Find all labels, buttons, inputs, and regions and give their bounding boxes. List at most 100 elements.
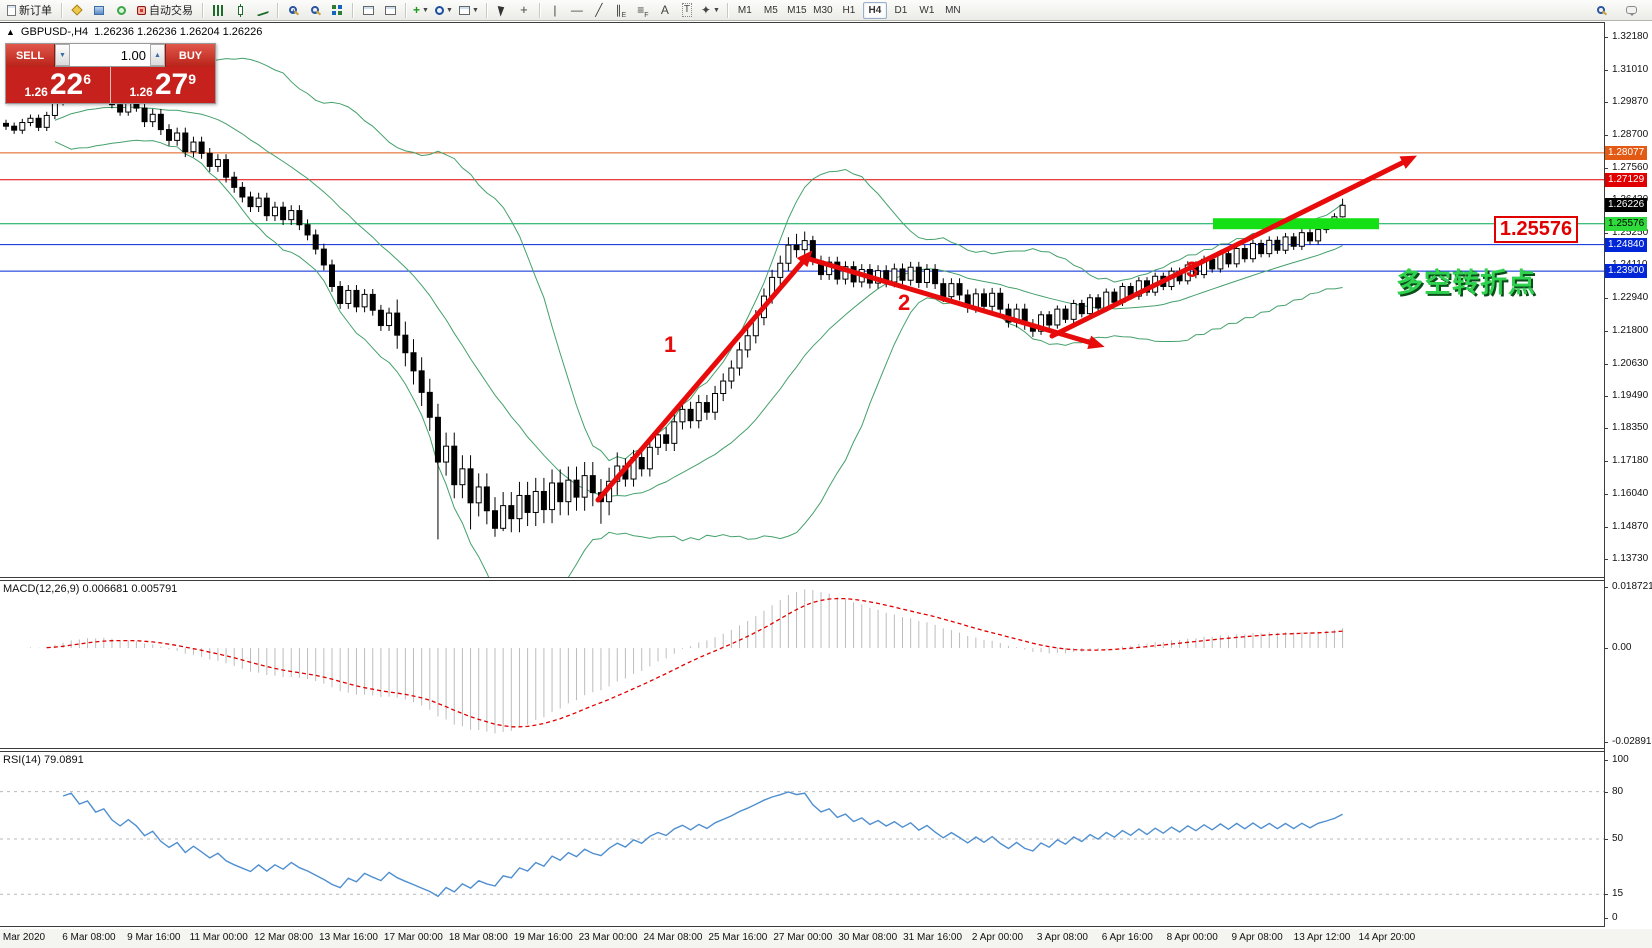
- candle-body: [36, 118, 41, 127]
- candle-body: [435, 417, 440, 462]
- vertical-line-icon: |: [553, 4, 556, 16]
- candle-body: [501, 506, 506, 529]
- auto-scroll-button[interactable]: [358, 1, 378, 19]
- macd-pane-separator[interactable]: [0, 577, 1604, 581]
- toolbar-separator: [352, 3, 353, 18]
- candle-body: [908, 267, 913, 280]
- dropdown-caret-icon: ▼: [422, 7, 429, 14]
- candle-body: [1087, 298, 1092, 314]
- timeframe-h1-button[interactable]: H1: [837, 2, 861, 19]
- timeframe-m15-button[interactable]: M15: [785, 2, 809, 19]
- one-click-toggle[interactable]: ▲: [6, 27, 15, 37]
- current-price-label: 1.26226: [1605, 198, 1647, 212]
- price-callout-box[interactable]: 1.25576: [1494, 216, 1578, 243]
- search-icon: [1597, 6, 1605, 14]
- price-tick-1.31010: 1.31010: [1612, 64, 1648, 75]
- candle-body: [167, 130, 172, 141]
- channel-button[interactable]: ∥E: [611, 1, 631, 19]
- trend-arrow-segment-3[interactable]: [1052, 160, 1408, 336]
- time-axis[interactable]: Mar 20206 Mar 08:009 Mar 16:0011 Mar 00:…: [0, 929, 1652, 948]
- search-button[interactable]: [1591, 1, 1611, 19]
- market-watch-icon: [71, 4, 82, 15]
- arrows-button[interactable]: ✦▼: [699, 1, 722, 19]
- fibonacci-button[interactable]: ≡F: [633, 1, 653, 19]
- new-order-button[interactable]: 新订单: [3, 1, 56, 19]
- auto-trading-label: 自动交易: [149, 2, 193, 18]
- periods-button[interactable]: ▼: [433, 1, 455, 19]
- main-toolbar: 新订单 自动交易 + - +▼ ▼ ▼ + | — ╱ ∥E ≡F A T ✦▼…: [0, 0, 1652, 21]
- macd-chart[interactable]: [0, 581, 1604, 748]
- line-chart-button[interactable]: [252, 1, 272, 19]
- macd-values: 0.006681 0.005791: [82, 583, 177, 595]
- candle-body: [362, 294, 367, 306]
- sell-price[interactable]: 1.26 22 6: [6, 67, 111, 103]
- templates-button[interactable]: ▼: [457, 1, 481, 19]
- timeframe-w1-button[interactable]: W1: [915, 2, 939, 19]
- annotation-note[interactable]: 多空转折点: [1396, 261, 1536, 300]
- candle-body: [460, 469, 465, 485]
- indicators-button[interactable]: +▼: [411, 1, 431, 19]
- chat-icon: [1626, 6, 1637, 14]
- symbol-ohlc-values: 1.26236 1.26236 1.26204 1.26226: [94, 26, 262, 38]
- buy-button[interactable]: BUY: [165, 44, 215, 67]
- rsi-chart[interactable]: [0, 752, 1604, 926]
- candle-body: [1234, 249, 1239, 264]
- bar-chart-button[interactable]: [208, 1, 228, 19]
- price-chart[interactable]: 123: [0, 22, 1604, 577]
- signals-button[interactable]: [111, 1, 131, 19]
- text-button[interactable]: A: [655, 1, 675, 19]
- zoom-in-button[interactable]: +: [283, 1, 303, 19]
- buy-price[interactable]: 1.26 27 9: [111, 67, 216, 103]
- candle-body: [639, 458, 644, 469]
- timeframe-m30-button[interactable]: M30: [811, 2, 835, 19]
- timeframe-mn-button[interactable]: MN: [941, 2, 965, 19]
- volume-down-button[interactable]: ▼: [55, 44, 70, 66]
- rsi-pane-separator[interactable]: [0, 748, 1604, 752]
- text-label-button[interactable]: T: [677, 1, 697, 19]
- vertical-line-button[interactable]: |: [545, 1, 565, 19]
- trend-arrow-segment-1[interactable]: [598, 258, 806, 500]
- crosshair-button[interactable]: +: [514, 1, 534, 19]
- rsi-line: [63, 792, 1343, 896]
- candle-body: [256, 198, 261, 206]
- highlight-bar[interactable]: [1213, 218, 1379, 229]
- candle-body: [370, 294, 375, 310]
- chat-button[interactable]: [1621, 1, 1641, 19]
- tile-windows-button[interactable]: [327, 1, 347, 19]
- chart-shift-button[interactable]: [380, 1, 400, 19]
- volume-value[interactable]: 1.00: [70, 48, 150, 63]
- crosshair-icon: +: [520, 4, 528, 16]
- timeframe-m5-button[interactable]: M5: [759, 2, 783, 19]
- axis-tick-mark: [1604, 894, 1608, 895]
- wave-label-1: 1: [664, 332, 676, 357]
- auto-trading-button[interactable]: 自动交易: [133, 1, 197, 19]
- volume-up-button[interactable]: ▲: [150, 44, 165, 66]
- sell-button[interactable]: SELL: [6, 44, 55, 67]
- candle-body: [1063, 309, 1068, 319]
- candle-body: [12, 126, 17, 130]
- market-watch-button[interactable]: [67, 1, 87, 19]
- trendline-button[interactable]: ╱: [589, 1, 609, 19]
- candle-body: [240, 187, 245, 197]
- candle-body: [696, 403, 701, 421]
- zoom-out-icon: -: [311, 6, 319, 14]
- timeframe-d1-button[interactable]: D1: [889, 2, 913, 19]
- timeframe-m1-button[interactable]: M1: [733, 2, 757, 19]
- cursor-button[interactable]: [492, 1, 512, 19]
- candlestick-chart-button[interactable]: [230, 1, 250, 19]
- price-tick-1.21800: 1.21800: [1612, 325, 1648, 336]
- time-tick-9-Mar-16-00: 9 Mar 16:00: [127, 932, 180, 943]
- candle-body: [704, 403, 709, 413]
- price-tick-1.17180: 1.17180: [1612, 455, 1648, 466]
- zoom-out-button[interactable]: -: [305, 1, 325, 19]
- horizontal-line-button[interactable]: —: [567, 1, 587, 19]
- candle-body: [957, 284, 962, 295]
- terminal-button[interactable]: [89, 1, 109, 19]
- timeframe-h4-button[interactable]: H4: [863, 2, 887, 19]
- signals-icon: [117, 6, 126, 15]
- candle-body: [680, 409, 685, 421]
- auto-scroll-icon: [363, 6, 374, 15]
- price-axis[interactable]: 1.321801.310101.298701.287001.275601.264…: [1604, 0, 1652, 948]
- candle-body: [1275, 240, 1280, 250]
- arrows-icon: ✦: [701, 4, 711, 16]
